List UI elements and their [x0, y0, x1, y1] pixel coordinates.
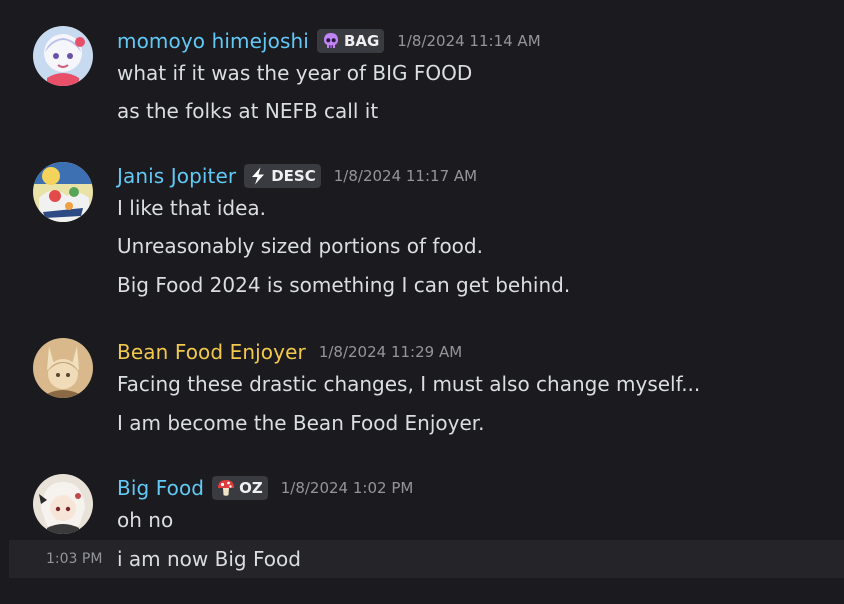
message-text: as the folks at NEFB call it [117, 99, 379, 123]
message-text: what if it was the year of BIG FOOD [117, 61, 473, 85]
message-header: Janis Jopiter DESC 1/8/2024 11:17 AM [117, 162, 477, 190]
user-avatar[interactable] [33, 474, 93, 534]
username[interactable]: Janis Jopiter [117, 164, 236, 188]
skull-icon [321, 31, 341, 51]
clan-tag[interactable]: DESC [244, 164, 321, 188]
clan-tag[interactable]: OZ [212, 476, 268, 500]
message-text: Unreasonably sized portions of food. [117, 234, 483, 258]
message-timestamp[interactable]: 1/8/2024 1:02 PM [281, 479, 414, 497]
username[interactable]: Big Food [117, 476, 204, 500]
clan-tag-label: OZ [239, 479, 263, 497]
message-text: oh no [117, 508, 174, 532]
lightning-icon [248, 166, 268, 186]
clan-tag-label: BAG [343, 32, 380, 50]
message-header: Big Food OZ 1/8/2024 1:02 PM [117, 474, 413, 502]
message-text: Facing these drastic changes, I must als… [117, 372, 701, 396]
message-text: Big Food 2024 is something I can get beh… [117, 273, 571, 297]
username[interactable]: momoyo himejoshi [117, 29, 309, 53]
message-header: momoyo himejoshi BAG 1/8/2024 11:14 AM [117, 27, 541, 55]
chat-message-list: momoyo himejoshi BAG 1/8/2024 11:14 AM w… [0, 0, 844, 604]
message-timestamp[interactable]: 1/8/2024 11:14 AM [397, 32, 540, 50]
message-text: i am now Big Food [117, 547, 301, 571]
beige-character-avatar-icon [33, 338, 93, 398]
message-timestamp[interactable]: 1/8/2024 11:17 AM [334, 167, 477, 185]
user-avatar[interactable] [33, 162, 93, 222]
message-text: I am become the Bean Food Enjoyer. [117, 411, 485, 435]
message-header: Bean Food Enjoyer 1/8/2024 11:29 AM [117, 338, 462, 366]
user-avatar[interactable] [33, 338, 93, 398]
message-text: I like that idea. [117, 196, 267, 220]
user-avatar[interactable] [33, 26, 93, 86]
hover-timestamp[interactable]: 1:03 PM [46, 551, 102, 567]
message-timestamp[interactable]: 1/8/2024 11:29 AM [319, 343, 462, 361]
mushroom-icon [216, 478, 236, 498]
colorful-illustration-avatar-icon [33, 162, 93, 222]
username[interactable]: Bean Food Enjoyer [117, 340, 306, 364]
clan-tag-label: DESC [271, 167, 316, 185]
clan-tag[interactable]: BAG [316, 29, 385, 53]
anime-girl-avatar-icon [33, 26, 93, 86]
white-haired-girl-avatar-icon [33, 474, 93, 534]
